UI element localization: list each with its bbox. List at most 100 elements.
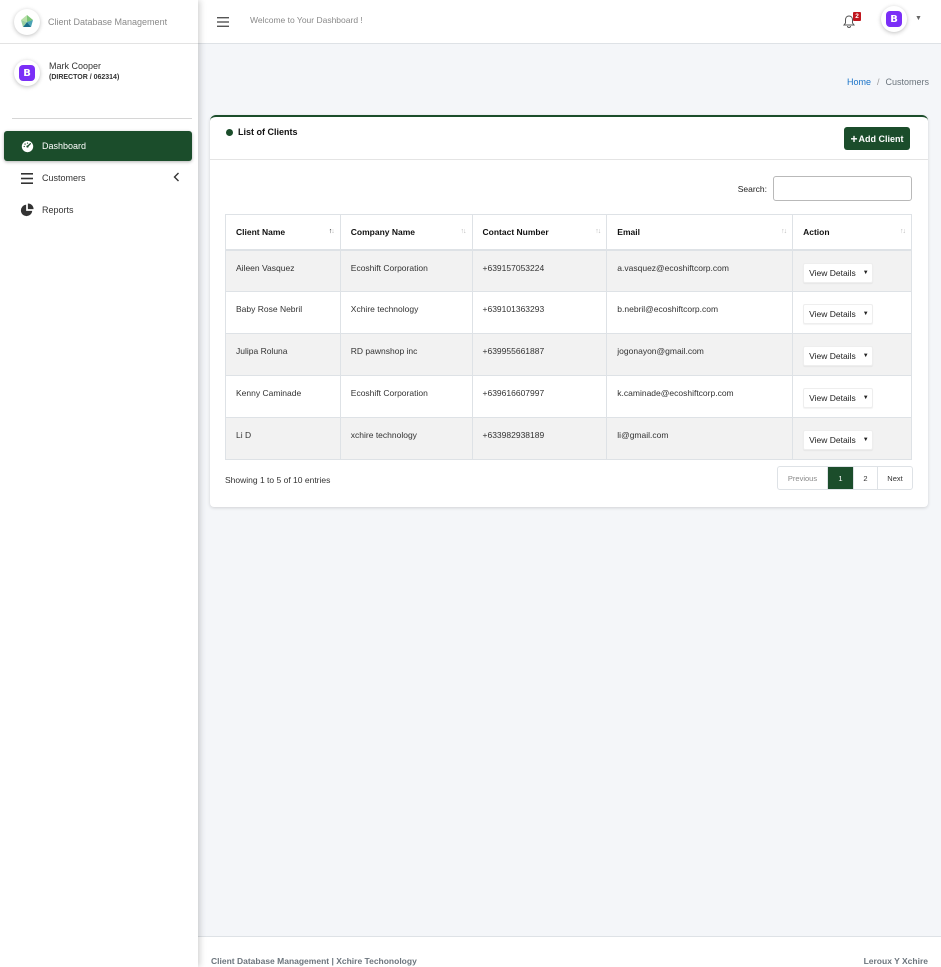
- plus-icon: +: [850, 131, 858, 146]
- clients-card: List of Clients + Add Client Search: Cli…: [210, 115, 928, 507]
- cell-action: View Details ▼: [792, 375, 912, 418]
- pie-chart-icon: [20, 203, 34, 217]
- cell-contact-number: +633982938189: [471, 417, 608, 460]
- caret-down-icon: ▼: [862, 395, 869, 401]
- cell-email: jogonayon@gmail.com: [606, 333, 794, 376]
- view-details-label: View Details: [809, 435, 856, 445]
- view-details-button[interactable]: View Details ▼: [803, 346, 874, 366]
- sidebar-item-label: Dashboard: [42, 141, 87, 151]
- view-details-label: View Details: [809, 309, 856, 319]
- bootstrap-logo-icon: B: [19, 65, 35, 81]
- top-header: Welcome to Your Dashboard ! 2 B ▼: [198, 0, 941, 44]
- notification-badge: 2: [853, 12, 861, 21]
- pagination-next[interactable]: Next: [877, 467, 912, 489]
- clients-table: Client Name ↑↓ Company Name ↑↓ Contact Num…: [225, 214, 912, 460]
- sort-icon: ↑↓: [595, 228, 601, 235]
- user-role: (DIRECTOR / 062314): [49, 74, 120, 81]
- table-header-row: Client Name ↑↓ Company Name ↑↓ Contact Num…: [225, 214, 912, 251]
- view-details-label: View Details: [809, 267, 856, 278]
- view-details-button[interactable]: View Details ▼: [803, 430, 874, 450]
- cell-company-name: Xchire technology: [339, 291, 473, 334]
- sidebar: Client Database Management B Mark Cooper…: [0, 0, 198, 967]
- column-header-label: Email: [617, 226, 640, 237]
- cell-company-name: xchire technology: [339, 417, 473, 460]
- breadcrumb: Home / Customers: [847, 77, 929, 87]
- sort-icon: ↑↓: [781, 228, 787, 235]
- cell-company-name: RD pawnshop inc: [339, 333, 473, 376]
- cell-email: b.nebril@ecoshiftcorp.com: [606, 291, 794, 334]
- column-header-company-name[interactable]: Company Name ↑↓: [339, 214, 473, 251]
- caret-down-icon[interactable]: ▼: [915, 15, 922, 22]
- gauge-icon: [20, 139, 34, 153]
- pagination-page-2[interactable]: 2: [853, 467, 877, 489]
- cell-client-name: Baby Rose Nebril: [225, 291, 341, 334]
- sort-icon: ↑↓: [900, 228, 906, 235]
- cell-contact-number: +639157053224: [471, 249, 608, 292]
- user-name: Mark Cooper: [49, 61, 102, 71]
- search-input[interactable]: [773, 176, 912, 201]
- pagination-previous[interactable]: Previous: [778, 467, 827, 489]
- view-details-button[interactable]: View Details ▼: [803, 304, 874, 324]
- card-title: List of Clients: [226, 127, 298, 137]
- profile-avatar[interactable]: B: [881, 6, 907, 32]
- cell-client-name: Julipa Roluna: [225, 333, 341, 376]
- pagination-page-1[interactable]: 1: [827, 467, 853, 489]
- user-avatar[interactable]: B: [14, 60, 40, 86]
- brand[interactable]: Client Database Management: [0, 0, 198, 44]
- user-panel: B Mark Cooper (DIRECTOR / 062314): [0, 44, 198, 118]
- hamburger-menu-icon[interactable]: [216, 15, 230, 29]
- table-row: Aileen Vasquez Ecoshift Corporation +639…: [225, 249, 912, 292]
- notifications-button[interactable]: 2: [843, 12, 863, 30]
- breadcrumb-separator: /: [876, 77, 880, 87]
- cell-company-name: Ecoshift Corporation: [339, 249, 473, 292]
- sidebar-item-reports[interactable]: Reports: [4, 195, 192, 225]
- cell-contact-number: +639616607997: [471, 375, 608, 418]
- cell-company-name: Ecoshift Corporation: [339, 375, 473, 418]
- column-header-contact-number[interactable]: Contact Number ↑↓: [471, 214, 608, 251]
- table-row: Li D xchire technology +633982938189 li@…: [225, 417, 912, 460]
- column-header-label: Action: [803, 226, 830, 237]
- table-row: Julipa Roluna RD pawnshop inc +639955661…: [225, 333, 912, 376]
- view-details-button[interactable]: View Details ▼: [803, 262, 874, 283]
- cell-action: View Details ▼: [792, 333, 912, 376]
- cell-action: View Details ▼: [792, 291, 912, 334]
- breadcrumb-current: Customers: [885, 77, 929, 87]
- pagination: Previous 1 2 Next: [777, 466, 913, 490]
- table-info: Showing 1 to 5 of 10 entries: [225, 475, 331, 485]
- brand-name: Client Database Management: [48, 16, 168, 27]
- breadcrumb-home-link[interactable]: Home: [847, 77, 871, 87]
- cell-contact-number: +639101363293: [471, 291, 608, 334]
- brand-logo-icon: [14, 8, 40, 35]
- main-content: Home / Customers List of Clients + Add C…: [198, 60, 941, 936]
- search-label: Search:: [737, 183, 767, 194]
- cell-email: a.vasquez@ecoshiftcorp.com: [606, 249, 794, 292]
- user-info: Mark Cooper (DIRECTOR / 062314): [49, 61, 119, 81]
- sidebar-item-label: Customers: [42, 173, 86, 183]
- chevron-left-icon[interactable]: [173, 172, 180, 184]
- sidebar-item-customers[interactable]: Customers: [4, 163, 192, 193]
- status-dot-icon: [226, 128, 233, 136]
- add-client-button[interactable]: + Add Client: [844, 127, 910, 150]
- cell-action: View Details ▼: [792, 249, 912, 292]
- column-header-email[interactable]: Email ↑↓: [606, 214, 794, 251]
- sidebar-nav: Dashboard Customers Reports: [0, 131, 198, 225]
- caret-down-icon: ▼: [862, 269, 869, 276]
- cell-client-name: Li D: [225, 417, 341, 460]
- column-header-action[interactable]: Action ↑↓: [792, 214, 912, 251]
- sort-asc-icon: ↑↓: [328, 228, 335, 235]
- footer-left-text: Client Database Management | Xchire Tech…: [211, 956, 417, 966]
- view-details-label: View Details: [809, 351, 856, 361]
- table-row: Kenny Caminade Ecoshift Corporation +639…: [225, 375, 912, 418]
- cell-client-name: Aileen Vasquez: [225, 249, 341, 292]
- sidebar-item-label: Reports: [42, 205, 74, 215]
- bootstrap-logo-icon: B: [886, 11, 902, 27]
- cell-email: k.caminade@ecoshiftcorp.com: [606, 375, 794, 418]
- search-row: Search:: [738, 176, 912, 201]
- card-header: List of Clients + Add Client: [210, 117, 928, 160]
- card-title-text: List of Clients: [238, 127, 298, 137]
- view-details-button[interactable]: View Details ▼: [803, 388, 874, 408]
- caret-down-icon: ▼: [862, 437, 869, 443]
- column-header-label: Company Name: [350, 226, 416, 237]
- sidebar-item-dashboard[interactable]: Dashboard: [4, 131, 192, 161]
- column-header-client-name[interactable]: Client Name ↑↓: [225, 214, 341, 251]
